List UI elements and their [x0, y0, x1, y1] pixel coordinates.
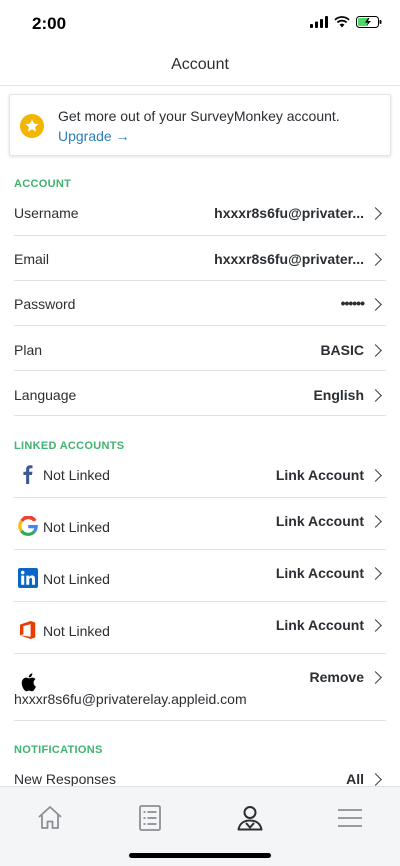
- linked-row-apple[interactable]: Remove hxxxr8s6fu@privaterelay.appleid.c…: [14, 654, 386, 721]
- chevron-right-icon: [369, 469, 382, 482]
- chevron-right-icon: [369, 344, 382, 357]
- remove-action: Remove: [309, 669, 364, 685]
- link-account-action: Link Account: [275, 467, 364, 483]
- row-value: English: [313, 387, 364, 403]
- status-icons: [310, 16, 382, 28]
- section-header-linked-accounts: LINKED ACCOUNTS: [14, 440, 125, 452]
- linked-row-facebook[interactable]: Not Linked Link Account: [14, 452, 386, 498]
- account-row-username[interactable]: Username hxxxr8s6fu@privater...: [14, 190, 386, 236]
- row-label: Plan: [14, 342, 43, 358]
- linked-row-office[interactable]: Not Linked Link Account: [14, 602, 386, 654]
- chevron-right-icon: [369, 515, 382, 528]
- tab-account[interactable]: [230, 803, 270, 833]
- row-value: BASIC: [320, 342, 364, 358]
- office-icon: [20, 621, 36, 639]
- linkedin-icon: [18, 568, 38, 588]
- row-value: ••••••: [340, 295, 365, 311]
- linked-row-linkedin[interactable]: Not Linked Link Account: [14, 550, 386, 602]
- surveys-icon: [139, 805, 161, 831]
- link-status: Not Linked: [43, 623, 110, 639]
- row-value: All: [346, 771, 364, 786]
- chevron-right-icon: [369, 773, 382, 786]
- chevron-right-icon: [369, 619, 382, 632]
- account-row-plan[interactable]: Plan BASIC: [14, 326, 386, 371]
- section-header-notifications: NOTIFICATIONS: [14, 744, 103, 756]
- link-status: Not Linked: [43, 571, 110, 587]
- link-account-action: Link Account: [275, 513, 364, 529]
- menu-icon: [338, 809, 362, 827]
- tab-surveys[interactable]: [130, 803, 170, 833]
- home-icon: [38, 806, 62, 829]
- upgrade-message: Get more out of your SurveyMonkey accoun…: [58, 108, 340, 124]
- google-icon: [18, 516, 38, 536]
- linked-row-google[interactable]: Not Linked Link Account: [14, 498, 386, 550]
- home-indicator[interactable]: [129, 853, 271, 858]
- tab-home[interactable]: [30, 803, 70, 833]
- upgrade-banner: Get more out of your SurveyMonkey accoun…: [9, 94, 391, 156]
- chevron-right-icon: [369, 207, 382, 220]
- account-row-language[interactable]: Language English: [14, 371, 386, 416]
- apple-icon: [21, 673, 36, 692]
- battery-charging-icon: [356, 16, 382, 28]
- link-account-action: Link Account: [275, 565, 364, 581]
- chevron-right-icon: [369, 298, 382, 311]
- wifi-icon: [334, 16, 350, 28]
- chevron-right-icon: [369, 253, 382, 266]
- link-status: Not Linked: [43, 519, 110, 535]
- row-label: Email: [14, 251, 50, 267]
- link-account-action: Link Account: [275, 617, 364, 633]
- row-label: Password: [14, 296, 76, 312]
- apple-id-email: hxxxr8s6fu@privaterelay.appleid.com: [14, 691, 247, 707]
- tab-menu[interactable]: [330, 803, 370, 833]
- status-time: 2:00: [32, 14, 67, 33]
- status-bar: 2:00: [0, 0, 400, 46]
- chevron-right-icon: [369, 389, 382, 402]
- section-header-account: ACCOUNT: [14, 178, 72, 190]
- facebook-icon: [23, 465, 33, 484]
- navigation-bar: Account: [0, 46, 400, 86]
- star-icon: [20, 114, 44, 138]
- chevron-right-icon: [369, 567, 382, 580]
- account-row-password[interactable]: Password ••••••: [14, 281, 386, 326]
- row-label: Language: [14, 387, 77, 403]
- row-label: Username: [14, 205, 79, 221]
- cellular-signal-icon: [310, 16, 328, 28]
- account-row-email[interactable]: Email hxxxr8s6fu@privater...: [14, 236, 386, 281]
- row-value: hxxxr8s6fu@privater...: [214, 251, 364, 267]
- page-title: Account: [171, 56, 229, 73]
- row-label: New Responses: [14, 771, 116, 786]
- account-icon: [237, 806, 263, 831]
- chevron-right-icon: [369, 671, 382, 684]
- link-status: Not Linked: [43, 467, 110, 483]
- row-value: hxxxr8s6fu@privater...: [214, 205, 364, 221]
- upgrade-link[interactable]: Upgrade →: [58, 128, 130, 144]
- notification-row-new-responses[interactable]: New Responses All: [14, 758, 386, 786]
